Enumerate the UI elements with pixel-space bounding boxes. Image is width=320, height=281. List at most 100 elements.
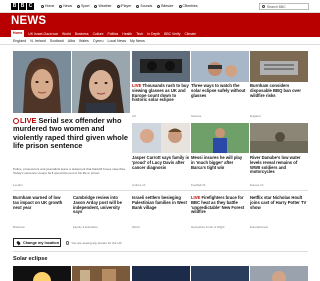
news-banner: NEWS — [0, 13, 320, 30]
story-headline[interactable]: Messi insures he will play in 'much bigg… — [191, 155, 247, 170]
cbeebies-icon — [178, 4, 182, 8]
section-image[interactable] — [72, 266, 130, 281]
story-image-football[interactable] — [191, 123, 249, 153]
search-icon — [262, 5, 265, 8]
bbc-logo[interactable]: B B C — [11, 2, 34, 10]
top-nav-news[interactable]: News — [59, 4, 72, 8]
footballer-image — [191, 123, 249, 153]
story-headline[interactable]: Burnham warned of low tax impact on UK g… — [13, 195, 65, 210]
news-nav-item[interactable]: Politics — [108, 32, 119, 36]
story-headline[interactable]: River Danube's low water levels reveal r… — [250, 155, 308, 175]
story-headline[interactable]: Jasper Carrott says family is 'proud' of… — [132, 155, 190, 170]
story-headline[interactable]: Burnham considers disposable BBQ ban ove… — [250, 83, 308, 98]
regional-nav-item[interactable]: England — [13, 39, 26, 43]
disposable-bbq-image — [250, 51, 308, 82]
news-title[interactable]: NEWS — [11, 15, 46, 27]
section-image[interactable] — [132, 266, 190, 281]
regional-nav-item[interactable]: Scotland — [50, 39, 64, 43]
location-pin-icon — [16, 240, 21, 245]
regional-nav-item[interactable]: Alba — [68, 39, 75, 43]
river-danube-image — [250, 123, 308, 153]
top-nav-home[interactable]: Home — [41, 4, 54, 8]
search-input[interactable]: Search BBC — [259, 3, 309, 10]
section-image[interactable] — [250, 266, 308, 281]
lead-summary: Police, prosecutors and journalists leav… — [13, 167, 126, 175]
lead-photo-right[interactable] — [72, 51, 130, 113]
section-image[interactable] — [191, 266, 249, 281]
news-nav-item[interactable]: Health — [122, 32, 132, 36]
story-meta: Science — [191, 114, 202, 118]
iplayer-icon — [116, 4, 120, 8]
story-image-bbq[interactable] — [250, 51, 308, 82]
news-nav-item[interactable]: Business — [75, 32, 89, 36]
lead-photo-left[interactable] — [13, 51, 71, 113]
story-meta: Family & Education — [73, 225, 98, 229]
live-icon — [13, 117, 19, 124]
story-image-carrott[interactable] — [132, 123, 190, 153]
regional-nav-item[interactable]: Wales — [79, 39, 89, 43]
story-headline[interactable]: Netflix star Nicholas Hoult joins cast o… — [250, 195, 308, 210]
story-headline[interactable]: Three ways to watch the solar eclipse sa… — [191, 83, 247, 98]
news-nav-item[interactable]: Climate — [184, 32, 196, 36]
news-nav-item[interactable]: UK Israel-Gaza war — [28, 32, 58, 36]
story-meta: UK — [132, 114, 137, 118]
story-meta: England — [250, 114, 261, 118]
top-nav-bitesize[interactable]: Bitesize — [157, 4, 174, 8]
lead-meta: London — [13, 183, 23, 187]
eclipse-image — [191, 266, 249, 281]
story-headline[interactable]: LIVE Firefighters brace for BBC heat as … — [191, 195, 247, 215]
news-nav-item[interactable]: BBC Verify — [164, 32, 180, 36]
news-nav-item[interactable]: Culture — [93, 32, 104, 36]
change-location-button[interactable]: Change my location — [13, 238, 61, 247]
woman-portrait-image — [72, 51, 130, 113]
crowd-image — [72, 266, 130, 281]
bbc-logo-letter: B — [11, 2, 18, 10]
home-icon — [41, 4, 44, 8]
story-meta: Business — [13, 225, 25, 229]
news-icon — [59, 4, 63, 8]
weather-icon — [94, 4, 98, 8]
story-meta: Entertainment — [250, 225, 268, 229]
story-headline[interactable]: Israeli settlers besieging Palestinian f… — [132, 195, 188, 210]
top-nav-sport[interactable]: Sport — [77, 4, 89, 8]
story-headline[interactable]: LIVE Thousands rush to buy viewing glass… — [132, 83, 190, 103]
story-image-eclipse-watch[interactable] — [191, 51, 249, 82]
divider — [13, 251, 308, 252]
eclipse-image — [132, 266, 190, 281]
story-headline[interactable]: Cambridge review into Jason Arday post w… — [73, 195, 125, 215]
eclipse-watchers-image — [191, 51, 249, 82]
bitesize-icon — [157, 4, 161, 8]
story-meta: Hampshire & Isle of Wight — [191, 225, 225, 229]
top-nav-iplayer[interactable]: iPlayer — [116, 4, 131, 8]
sport-icon — [77, 4, 81, 8]
story-meta: Culture 1h — [132, 183, 146, 187]
regional-nav-item[interactable]: N. Ireland — [30, 39, 46, 43]
news-nav-home[interactable]: Home — [11, 30, 25, 37]
story-image-eclipse-glasses[interactable] — [132, 51, 190, 82]
regional-nav-item[interactable]: My News — [130, 39, 145, 43]
news-nav-item[interactable]: World — [62, 32, 71, 36]
news-nav-item[interactable]: In Depth — [147, 32, 160, 36]
woman-portrait-image — [13, 51, 71, 113]
news-nav: Home UK Israel-Gaza war World Business C… — [0, 30, 320, 37]
section-image[interactable] — [13, 266, 71, 281]
story-image-danube[interactable] — [250, 123, 308, 153]
regional-nav-item[interactable]: Cymru — [93, 39, 104, 43]
sounds-icon — [136, 4, 140, 8]
bbc-logo-letter: C — [27, 2, 34, 10]
bbc-logo-letter: B — [19, 2, 26, 10]
regional-nav: England N. Ireland Scotland Alba Wales C… — [0, 38, 320, 45]
story-meta: Europe 1h — [250, 183, 264, 187]
news-nav-item[interactable]: Tech — [136, 32, 143, 36]
sun-image — [13, 266, 71, 281]
bbc-top-bar: B B C Home News Sport Weather iPlayer So… — [0, 0, 320, 13]
top-nav-cbeebies[interactable]: CBeebies — [178, 4, 198, 8]
lead-headline[interactable]: LIVE Serial sex offender who murdered tw… — [13, 116, 131, 151]
divider — [13, 190, 308, 191]
section-title[interactable]: Solar eclipse — [13, 256, 48, 262]
jasper-carrott-image — [132, 123, 190, 153]
regional-nav-item[interactable]: Local News — [107, 39, 126, 43]
top-nav-sounds[interactable]: Sounds — [136, 4, 152, 8]
top-nav-weather[interactable]: Weather — [94, 4, 112, 8]
bbc-top-nav: Home News Sport Weather iPlayer Sounds B… — [41, 4, 198, 8]
